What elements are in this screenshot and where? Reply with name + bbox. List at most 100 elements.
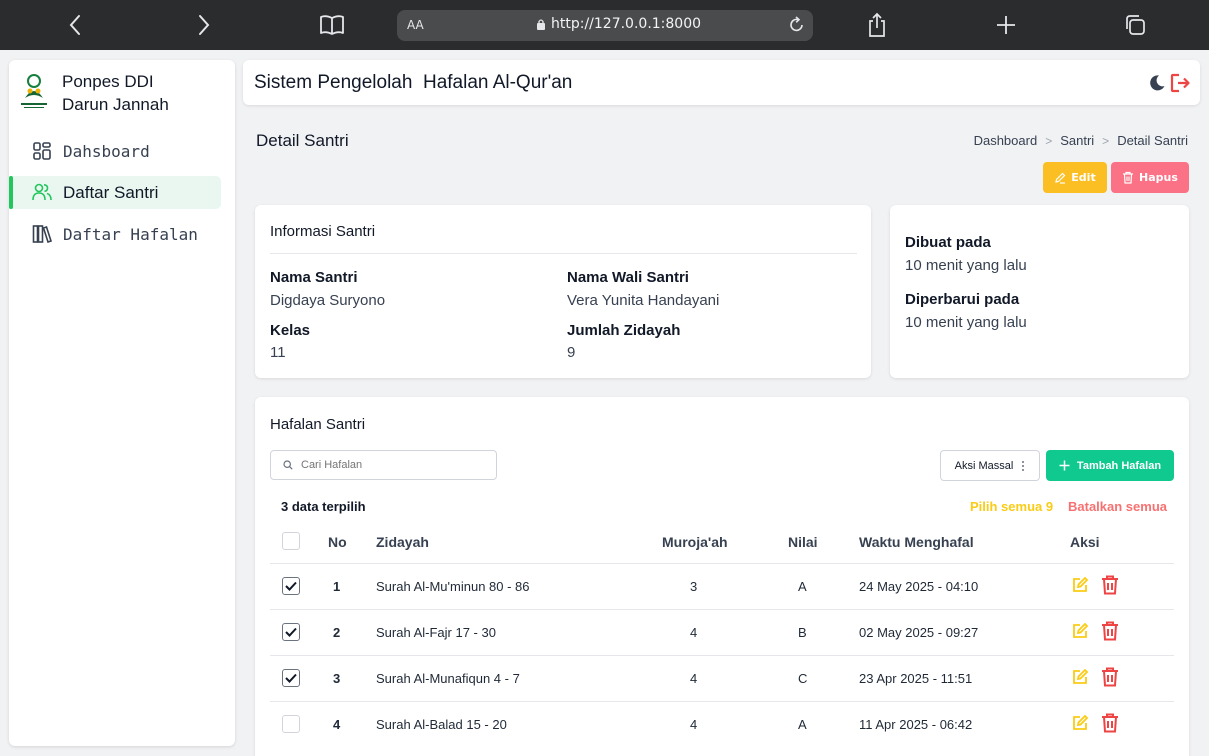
- url-display[interactable]: http://127.0.0.1:8000: [536, 16, 701, 32]
- row-checkbox[interactable]: [282, 669, 300, 687]
- reload-button[interactable]: [787, 15, 807, 39]
- bulk-actions-label: Aksi Massal: [954, 459, 1014, 472]
- row-checkbox[interactable]: [282, 623, 300, 641]
- table-row: 2 Surah Al-Fajr 17 - 30 4 B 02 May 2025 …: [270, 609, 1174, 655]
- forward-button[interactable]: [188, 9, 220, 41]
- sidebar-item-daftar-santri[interactable]: Daftar Santri: [9, 176, 221, 209]
- cell-waktu: 02 May 2025 - 09:27: [859, 625, 979, 640]
- chevron-right-icon: [199, 15, 210, 35]
- brand-name: Ponpes DDI Darun Jannah: [62, 70, 169, 116]
- column-header-waktu: Waktu Menghafal: [859, 534, 974, 550]
- sidebar: Ponpes DDI Darun Jannah Dahsboard Daftar…: [9, 60, 235, 746]
- breadcrumb-santri[interactable]: Santri: [1060, 133, 1094, 148]
- new-tab-button[interactable]: [990, 9, 1022, 41]
- row-edit-button[interactable]: [1071, 714, 1089, 736]
- guardian-name-value: Vera Yunita Handayani: [567, 292, 720, 309]
- created-label: Dibuat pada: [905, 234, 991, 251]
- row-edit-button[interactable]: [1071, 576, 1089, 598]
- cell-no: 3: [333, 671, 341, 686]
- page-title: Detail Santri: [256, 131, 349, 150]
- row-checkbox[interactable]: [282, 577, 300, 595]
- logout-button[interactable]: [1169, 72, 1191, 98]
- sidebar-item-dashboard[interactable]: Dahsboard: [9, 135, 221, 168]
- trash-icon: [1102, 621, 1118, 641]
- browser-toolbar: AA http://127.0.0.1:8000: [0, 0, 1209, 50]
- select-all-checkbox[interactable]: [282, 532, 300, 550]
- cell-no: 1: [333, 579, 341, 594]
- class-value: 11: [270, 344, 286, 361]
- text-size-button[interactable]: AA: [407, 18, 424, 32]
- edit-icon: [1055, 172, 1066, 184]
- select-all-link[interactable]: Pilih semua 9: [970, 499, 1053, 514]
- card-title: Hafalan Santri: [270, 416, 366, 433]
- selected-count: 3 data terpilih: [281, 499, 366, 514]
- address-bar[interactable]: AA http://127.0.0.1:8000: [397, 10, 813, 41]
- share-icon: [869, 12, 885, 37]
- card-title: Informasi Santri: [270, 223, 376, 240]
- deselect-all-link[interactable]: Batalkan semua: [1068, 499, 1167, 514]
- table-row: 1 Surah Al-Mu'minun 80 - 86 3 A 24 May 2…: [270, 563, 1174, 609]
- created-value: 10 menit yang lalu: [905, 257, 1027, 274]
- trash-icon: [1102, 713, 1118, 733]
- breadcrumb-separator-icon: >: [1102, 133, 1110, 148]
- chevron-left-icon: [69, 15, 80, 35]
- books-icon: [32, 225, 52, 244]
- row-delete-button[interactable]: [1101, 621, 1119, 645]
- column-header-nilai: Nilai: [788, 534, 818, 550]
- back-button[interactable]: [59, 9, 91, 41]
- column-header-no: No: [328, 534, 347, 550]
- cell-murojaah: 4: [690, 671, 698, 686]
- brand[interactable]: Ponpes DDI Darun Jannah: [19, 70, 169, 116]
- column-header-murojaah: Muroja'ah: [662, 534, 728, 550]
- cell-zidayah: Surah Al-Munafiqun 4 - 7: [376, 671, 520, 686]
- breadcrumb-separator-icon: >: [1045, 133, 1053, 148]
- tabs-icon: [1126, 15, 1145, 35]
- search-input[interactable]: [301, 459, 481, 471]
- edit-icon: [1073, 576, 1089, 592]
- zidayah-count-value: 9: [567, 344, 576, 361]
- sidebar-item-label: Daftar Hafalan: [63, 225, 198, 244]
- add-memorization-button[interactable]: Tambah Hafalan: [1046, 450, 1174, 481]
- trash-icon: [1123, 171, 1134, 184]
- trash-icon: [1102, 575, 1118, 595]
- check-icon: [285, 673, 297, 683]
- edit-icon: [1073, 668, 1089, 684]
- cell-waktu: 11 Apr 2025 - 06:42: [859, 717, 973, 732]
- search-field[interactable]: [270, 450, 497, 480]
- class-label: Kelas: [270, 322, 311, 339]
- row-checkbox[interactable]: [282, 715, 300, 733]
- column-header-aksi: Aksi: [1070, 534, 1100, 550]
- table-row: 4 Surah Al-Balad 15 - 20 4 A 11 Apr 2025…: [270, 701, 1174, 747]
- bookmarks-button[interactable]: [316, 9, 348, 41]
- updated-label: Diperbarui pada: [905, 291, 1020, 308]
- row-delete-button[interactable]: [1101, 575, 1119, 599]
- brand-name-line1: Ponpes DDI: [62, 72, 154, 91]
- delete-button[interactable]: Hapus: [1111, 162, 1189, 193]
- breadcrumb: Dashboard > Santri > Detail Santri: [974, 133, 1188, 148]
- cell-murojaah: 3: [690, 579, 698, 594]
- search-icon: [283, 460, 293, 470]
- row-edit-button[interactable]: [1071, 622, 1089, 644]
- cell-waktu: 23 Apr 2025 - 11:51: [859, 671, 973, 686]
- student-info-card: Informasi Santri Nama Santri Digdaya Sur…: [255, 205, 871, 378]
- row-edit-button[interactable]: [1071, 668, 1089, 690]
- check-icon: [285, 581, 297, 591]
- book-icon: [320, 15, 344, 35]
- zidayah-count-label: Jumlah Zidayah: [567, 322, 681, 339]
- student-name-label: Nama Santri: [270, 269, 358, 286]
- bulk-actions-button[interactable]: Aksi Massal: [940, 450, 1040, 481]
- more-vertical-icon: [1022, 460, 1025, 471]
- add-memorization-label: Tambah Hafalan: [1076, 459, 1162, 472]
- share-button[interactable]: [861, 9, 893, 41]
- tabs-button[interactable]: [1119, 9, 1151, 41]
- cell-zidayah: Surah Al-Fajr 17 - 30: [376, 625, 496, 640]
- edit-button[interactable]: Edit: [1043, 162, 1107, 193]
- timestamps-card: Dibuat pada 10 menit yang lalu Diperbaru…: [890, 205, 1189, 378]
- trash-icon: [1102, 667, 1118, 687]
- breadcrumb-dashboard[interactable]: Dashboard: [974, 133, 1038, 148]
- sidebar-item-daftar-hafalan[interactable]: Daftar Hafalan: [9, 218, 221, 251]
- row-delete-button[interactable]: [1101, 667, 1119, 691]
- top-header: Sistem Pengelolah Hafalan Al-Qur'an: [243, 60, 1200, 105]
- dark-mode-toggle[interactable]: [1148, 74, 1166, 96]
- row-delete-button[interactable]: [1101, 713, 1119, 737]
